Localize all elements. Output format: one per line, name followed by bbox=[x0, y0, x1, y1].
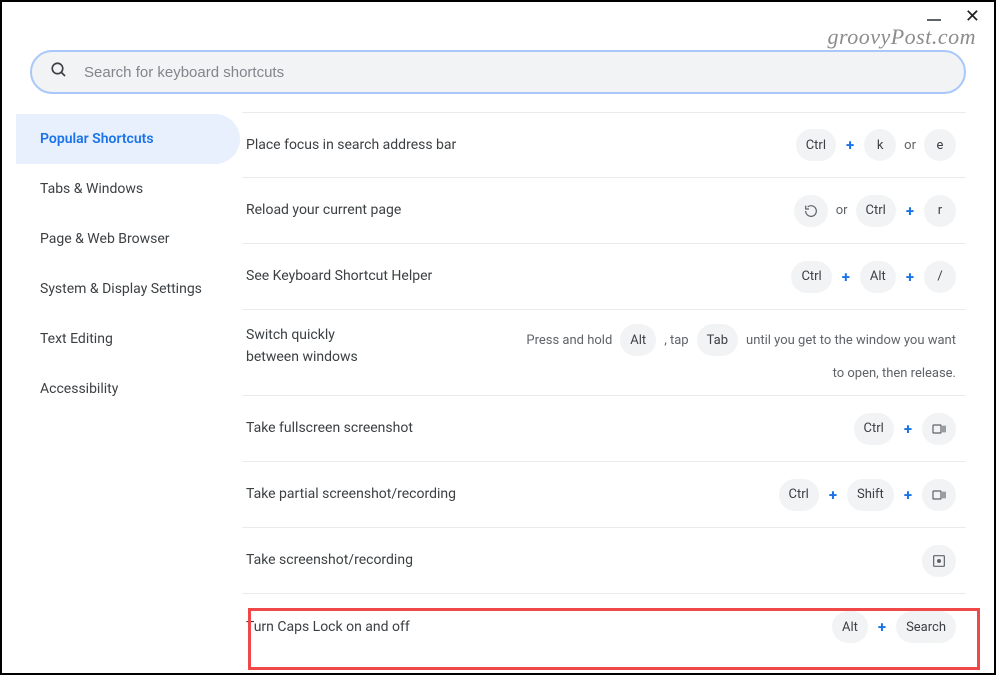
keycap-ctrl: Ctrl bbox=[856, 195, 896, 227]
instruction-text: Press and hold bbox=[526, 333, 612, 348]
shortcut-label: Take screenshot/recording bbox=[246, 549, 413, 571]
or-text: or bbox=[904, 138, 916, 153]
minimize-icon[interactable] bbox=[927, 19, 941, 21]
keycap-ctrl: Ctrl bbox=[796, 129, 836, 161]
shortcut-keys: Press and hold Alt , tap Tab until you g… bbox=[526, 324, 956, 356]
keycap-ctrl: Ctrl bbox=[791, 261, 831, 293]
keycap-slash: / bbox=[924, 261, 956, 293]
shortcut-row-focus-address-bar: Place focus in search address bar Ctrl +… bbox=[242, 112, 966, 178]
keycap-overview-icon bbox=[922, 413, 956, 445]
shortcut-row-fullscreen-screenshot: Take fullscreen screenshot Ctrl + bbox=[242, 396, 966, 462]
shortcut-keys: Ctrl + k or e bbox=[796, 129, 956, 161]
plus-icon: + bbox=[904, 268, 916, 286]
keycap-ctrl: Ctrl bbox=[779, 479, 819, 511]
keycap-screen-capture-icon bbox=[922, 545, 956, 577]
plus-icon: + bbox=[827, 486, 839, 504]
search-icon bbox=[50, 61, 68, 83]
keycap-reload-icon bbox=[794, 195, 828, 227]
sidebar-item-popular-shortcuts[interactable]: Popular Shortcuts bbox=[16, 114, 240, 164]
sidebar-nav: Popular Shortcuts Tabs & Windows Page & … bbox=[2, 108, 242, 671]
keycap-k: k bbox=[864, 129, 896, 161]
keycap-alt: Alt bbox=[860, 261, 896, 293]
keycap-r: r bbox=[924, 195, 956, 227]
keycap-alt: Alt bbox=[832, 611, 868, 643]
shortcut-label: Take partial screenshot/recording bbox=[246, 483, 456, 505]
keycap-alt: Alt bbox=[620, 324, 656, 356]
keycap-tab: Tab bbox=[697, 324, 738, 356]
sidebar-item-text-editing[interactable]: Text Editing bbox=[16, 314, 240, 364]
shortcut-keys: Ctrl + Alt + / bbox=[791, 261, 956, 293]
keycap-e: e bbox=[924, 129, 956, 161]
shortcut-label: See Keyboard Shortcut Helper bbox=[246, 265, 432, 287]
or-text: or bbox=[836, 203, 848, 218]
search-input[interactable] bbox=[82, 63, 946, 82]
instruction-text: , tap bbox=[664, 333, 688, 348]
plus-icon: + bbox=[904, 202, 916, 220]
keycap-search: Search bbox=[896, 611, 956, 643]
shortcut-keys bbox=[922, 545, 956, 577]
shortcut-row-partial-screenshot: Take partial screenshot/recording Ctrl +… bbox=[242, 462, 966, 528]
shortcuts-list: Place focus in search address bar Ctrl +… bbox=[242, 108, 994, 671]
window-controls: ✕ bbox=[927, 8, 980, 26]
shortcut-label: Take fullscreen screenshot bbox=[246, 417, 413, 439]
shortcut-label: Switch quickly between windows bbox=[246, 324, 446, 369]
shortcut-label: Place focus in search address bar bbox=[246, 134, 456, 156]
plus-icon: + bbox=[902, 486, 914, 504]
keycap-overview-icon bbox=[922, 479, 956, 511]
instruction-text: to open, then release. bbox=[833, 366, 956, 381]
shortcut-row-shortcut-helper: See Keyboard Shortcut Helper Ctrl + Alt … bbox=[242, 244, 966, 310]
shortcut-keys: or Ctrl + r bbox=[794, 195, 956, 227]
instruction-text: until you get to the window you want bbox=[746, 333, 956, 348]
shortcut-keys: Alt + Search bbox=[832, 611, 956, 643]
sidebar-item-tabs-windows[interactable]: Tabs & Windows bbox=[16, 164, 240, 214]
shortcut-keys: Ctrl + Shift + bbox=[779, 479, 956, 511]
shortcut-row-caps-lock: Turn Caps Lock on and off Alt + Search bbox=[242, 594, 966, 660]
plus-icon: + bbox=[840, 268, 852, 286]
plus-icon: + bbox=[876, 618, 888, 636]
sidebar-item-system-display[interactable]: System & Display Settings bbox=[16, 264, 240, 314]
plus-icon: + bbox=[844, 136, 856, 154]
search-bar[interactable] bbox=[30, 50, 966, 94]
shortcut-row-screenshot-recording: Take screenshot/recording bbox=[242, 528, 966, 594]
sidebar-item-accessibility[interactable]: Accessibility bbox=[16, 364, 240, 414]
plus-icon: + bbox=[902, 420, 914, 438]
shortcut-label: Reload your current page bbox=[246, 199, 401, 221]
keycap-shift: Shift bbox=[847, 479, 894, 511]
shortcut-row-reload-page: Reload your current page or Ctrl + r bbox=[242, 178, 966, 244]
keycap-ctrl: Ctrl bbox=[854, 413, 894, 445]
shortcut-label: Turn Caps Lock on and off bbox=[246, 616, 410, 638]
shortcut-keys: Ctrl + bbox=[854, 413, 956, 445]
shortcut-row-switch-windows: Switch quickly between windows Press and… bbox=[242, 310, 966, 396]
sidebar-item-page-web-browser[interactable]: Page & Web Browser bbox=[16, 214, 240, 264]
watermark-text: groovyPost.com bbox=[827, 24, 976, 50]
close-icon[interactable]: ✕ bbox=[965, 8, 980, 26]
